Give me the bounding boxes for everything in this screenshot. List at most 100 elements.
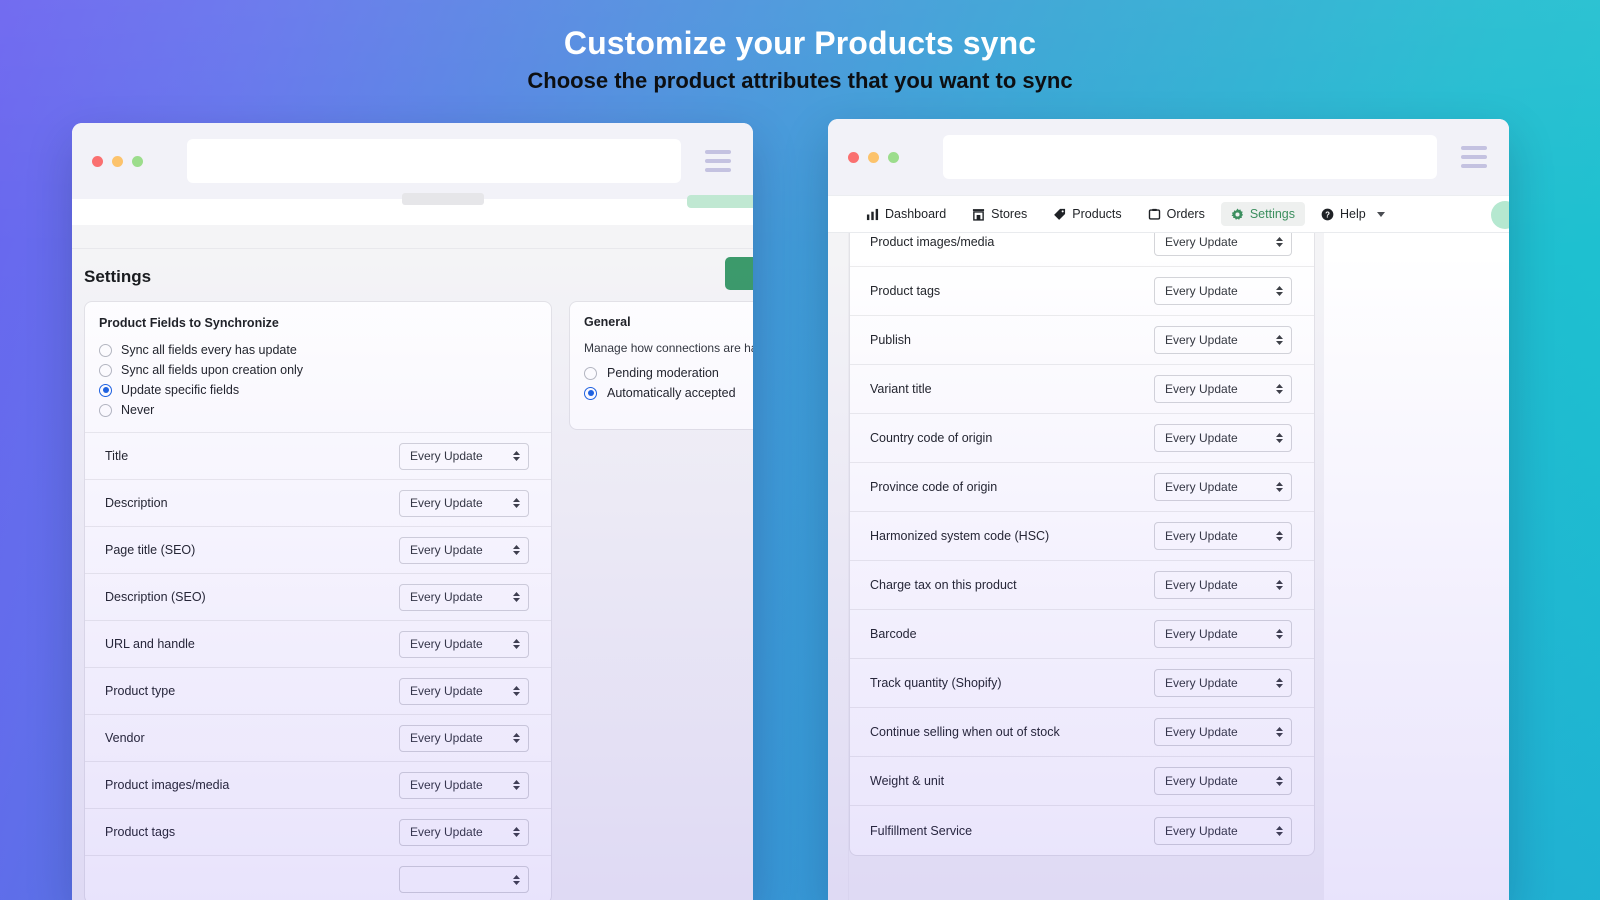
avatar[interactable] <box>1491 201 1509 229</box>
right-product-fields-card: Product images/media Every Update Produc… <box>849 233 1315 856</box>
select-value: Every Update <box>1165 823 1238 838</box>
radio-icon-selected[interactable] <box>584 386 597 400</box>
sync-frequency-select[interactable]: Every Update <box>399 489 529 517</box>
maximize-window-dot[interactable] <box>132 155 143 167</box>
radio-icon-selected[interactable] <box>99 383 112 397</box>
table-row-partial: Product images/media Every Update <box>850 233 1314 267</box>
select-value: Every Update <box>1165 676 1238 690</box>
sync-frequency-select[interactable]: Every Update <box>399 818 529 846</box>
sync-frequency-select[interactable]: Every Update <box>399 583 529 611</box>
radio-icon[interactable] <box>99 403 112 417</box>
field-label: Barcode <box>870 627 917 641</box>
sync-frequency-select[interactable]: Every Update <box>1154 375 1292 403</box>
sync-frequency-select[interactable]: Every Update <box>399 442 529 470</box>
address-bar-input[interactable] <box>187 139 681 183</box>
nav-item-label: Settings <box>1249 207 1296 221</box>
general-card-title: General <box>584 315 631 329</box>
sync-frequency-select[interactable]: Every Update <box>399 630 529 658</box>
svg-text:?: ? <box>1325 210 1330 219</box>
minimize-window-dot[interactable] <box>868 151 879 163</box>
stepper-arrows-icon <box>513 639 520 649</box>
sync-mode-option-label: Sync all fields upon creation only <box>121 363 304 377</box>
left-clipped-navbar <box>72 193 753 225</box>
nav-item-products[interactable]: Products <box>1043 202 1131 226</box>
settings-columns: Product Fields to Synchronize Sync all f… <box>72 301 753 900</box>
sync-mode-option[interactable]: Sync all fields upon creation only <box>85 360 551 380</box>
sync-frequency-select[interactable]: Every Update <box>399 677 529 705</box>
sync-frequency-select[interactable]: Every Update <box>1154 326 1292 354</box>
sync-frequency-select[interactable]: Every Update <box>1154 816 1292 845</box>
sync-frequency-select[interactable]: Every Update <box>1154 522 1292 550</box>
field-label: Country code of origin <box>870 431 993 445</box>
address-bar-input[interactable] <box>943 135 1437 179</box>
connection-handling-option[interactable]: Automatically accepted <box>584 383 753 403</box>
nav-item-settings[interactable]: Settings <box>1220 202 1306 226</box>
connection-handling-option[interactable]: Pending moderation <box>584 363 753 383</box>
sync-mode-option-label: Never <box>121 403 155 417</box>
sync-mode-option[interactable]: Update specific fields <box>85 380 551 400</box>
sync-mode-option[interactable]: Never <box>85 400 551 420</box>
connection-handling-label: Automatically accepted <box>607 386 736 400</box>
field-label: Vendor <box>105 731 145 745</box>
field-label: Variant title <box>870 382 932 396</box>
left-browser-chrome <box>72 123 753 199</box>
right-browser-window: Dashboard Stores Products Orders Setting… <box>828 119 1509 900</box>
hamburger-icon[interactable] <box>1461 146 1487 168</box>
nav-item-dashboard[interactable]: Dashboard <box>856 202 956 226</box>
page-title: Settings <box>84 267 152 286</box>
sync-frequency-select[interactable]: Every Update <box>1154 767 1292 795</box>
page-subheadline: Choose the product attributes that you w… <box>527 68 1073 93</box>
nav-item-stores[interactable]: Stores <box>962 202 1037 226</box>
field-label: Province code of origin <box>870 480 998 494</box>
select-value: Every Update <box>410 825 483 839</box>
stepper-arrows-icon <box>513 827 520 837</box>
sync-frequency-select[interactable]: Every Update <box>399 771 529 799</box>
stepper-arrows-icon <box>513 686 520 696</box>
table-row: Charge tax on this product Every Update <box>850 561 1314 610</box>
nav-item-orders[interactable]: Orders <box>1138 202 1215 226</box>
field-label: Page title (SEO) <box>105 543 196 557</box>
general-card: General Manage how connections are handl… <box>569 301 753 430</box>
sync-frequency-select[interactable]: Every Update <box>1154 571 1292 599</box>
select-value: Every Update <box>1165 431 1238 445</box>
radio-icon[interactable] <box>99 363 112 377</box>
sync-frequency-select[interactable]: Every Update <box>1154 669 1292 697</box>
question-circle-icon: ? <box>1321 208 1334 220</box>
nav-item-help[interactable]: ? Help <box>1311 202 1395 226</box>
maximize-window-dot[interactable] <box>888 151 899 163</box>
radio-icon[interactable] <box>99 343 112 357</box>
stepper-arrows-icon <box>1276 629 1283 639</box>
stepper-arrows-icon <box>1276 678 1283 688</box>
sync-frequency-select[interactable]: Every Update <box>399 536 529 564</box>
sync-frequency-select[interactable]: Every Update <box>1154 233 1292 256</box>
bar-chart-icon <box>866 208 879 220</box>
chevron-down-icon[interactable] <box>1376 211 1385 217</box>
right-scroll-area[interactable]: Product images/media Every Update Produc… <box>849 233 1509 900</box>
table-row: Product images/media Every Update <box>85 762 551 809</box>
field-label: Description <box>105 496 168 510</box>
field-label: Track quantity (Shopify) <box>870 676 1002 690</box>
sync-frequency-select[interactable]: Every Update <box>399 724 529 752</box>
field-label: Product images/media <box>870 235 995 249</box>
close-window-dot[interactable] <box>848 151 859 163</box>
clipped-nav-item <box>402 193 484 205</box>
close-window-dot[interactable] <box>92 155 103 167</box>
stepper-arrows-icon <box>513 545 520 555</box>
minimize-window-dot[interactable] <box>112 155 123 167</box>
table-row: Province code of origin Every Update <box>850 463 1314 512</box>
window-controls <box>848 151 899 163</box>
sync-frequency-select[interactable]: Every Update <box>1154 424 1292 452</box>
sync-frequency-select[interactable]: Every Update <box>1154 718 1292 746</box>
sync-frequency-select[interactable]: Every Update <box>1154 620 1292 648</box>
hamburger-icon[interactable] <box>705 150 731 172</box>
table-row: Product type Every Update <box>85 668 551 715</box>
radio-icon[interactable] <box>584 366 597 380</box>
stepper-arrows-icon <box>513 451 520 461</box>
save-button[interactable] <box>725 257 753 290</box>
field-label: Description (SEO) <box>105 590 206 604</box>
sync-frequency-select[interactable] <box>399 866 529 893</box>
sync-frequency-select[interactable]: Every Update <box>1154 277 1292 305</box>
sync-frequency-select[interactable]: Every Update <box>1154 473 1292 501</box>
select-value: Every Update <box>1165 382 1238 396</box>
sync-mode-option[interactable]: Sync all fields every has update <box>85 340 551 360</box>
